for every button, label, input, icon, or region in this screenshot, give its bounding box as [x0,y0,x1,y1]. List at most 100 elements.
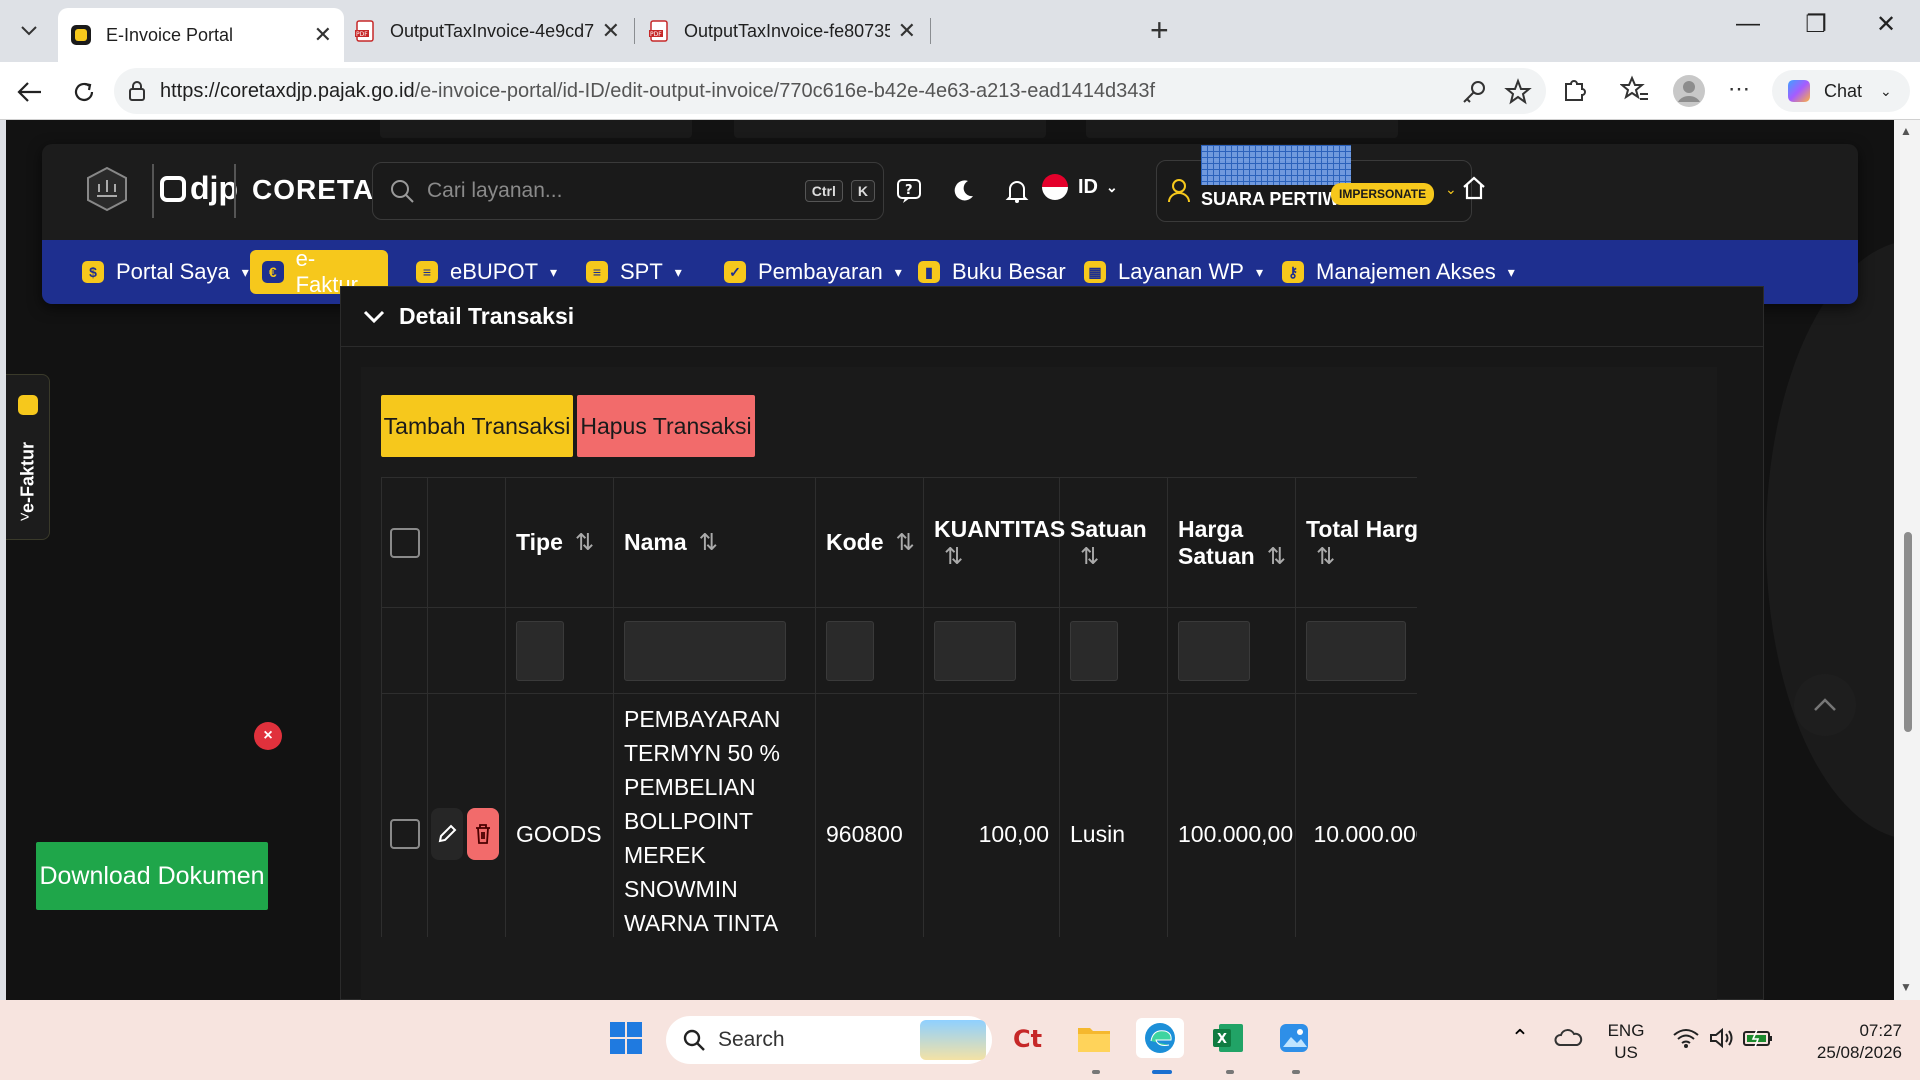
chevron-down-icon[interactable]: ⌄ [1880,83,1892,100]
section-title: Detail Transaksi [399,303,575,329]
tambah-transaksi-button[interactable]: Tambah Transaksi [381,395,573,457]
filter-total-harga-input[interactable] [1306,620,1406,681]
download-dokumen-button[interactable]: Download Dokumen [36,842,268,910]
filter-satuan-input[interactable] [1070,620,1118,681]
svg-text:Ct: Ct [1013,1025,1042,1053]
tab-output-tax-invoice-2[interactable]: PDF OutputTaxInvoice-fe807354-ff9d-4 ✕ [636,8,928,54]
key-icon[interactable] [1460,78,1488,106]
column-header-satuan[interactable]: Satuan ⇅ [1059,477,1168,608]
filter-harga-satuan-input[interactable] [1178,620,1250,681]
column-header-tipe[interactable]: Tipe ⇅ [505,477,614,608]
header-top: djp CORETAX Cari layanan... Ctrl K ? ID [42,144,1858,238]
tab-e-invoice-portal[interactable]: E-Invoice Portal ✕ [58,8,344,62]
page-scrollbar[interactable]: ▲ ▼ [1894,120,1920,1000]
chevron-down-icon: ▾ [894,263,902,280]
scrollbar-thumb[interactable] [1904,532,1912,732]
tab-close-icon[interactable]: ✕ [898,18,916,44]
star-bookmark-icon[interactable] [1504,78,1532,106]
sort-icon[interactable]: ⇅ [1080,543,1099,570]
form-field-remnant [380,120,692,138]
edge-browser-icon[interactable] [1136,1018,1184,1058]
favorites-icon[interactable] [1620,74,1650,104]
close-window-icon[interactable]: ✕ [1856,10,1916,39]
battery-charging-icon[interactable] [1738,1018,1778,1058]
reload-icon[interactable] [66,74,102,110]
tab-list-chevron-icon[interactable] [8,12,50,50]
column-header-total-harga[interactable]: Total Harga⇅ [1295,477,1417,608]
help-chat-icon[interactable]: ? [892,174,926,208]
tab-close-icon[interactable]: ✕ [602,18,620,44]
tab-output-tax-invoice-1[interactable]: PDF OutputTaxInvoice-4e9cd7e3-1bf3- ✕ [342,8,632,54]
table-row[interactable]: GOODS PEMBAYARAN TERMYN 50 % PEMBELIAN B… [381,693,1417,937]
browser-tab-bar: E-Invoice Portal ✕ PDF OutputTaxInvoice-… [0,0,1920,62]
onedrive-cloud-icon[interactable] [1548,1018,1588,1058]
home-icon[interactable] [1460,174,1488,202]
column-header-harga-satuan[interactable]: Harga Satuan ⇅ [1167,477,1296,608]
user-account-menu[interactable]: SUARA PERTIWI IMPERSONATE ⌄ [1156,145,1472,222]
photos-app-icon[interactable] [1274,1018,1314,1058]
more-options-icon[interactable]: ⋯ [1728,76,1750,102]
filter-cell [1295,607,1417,694]
svg-text:PDF: PDF [650,31,662,38]
running-indicator [1292,1070,1300,1074]
show-hidden-icons-chevron-icon[interactable]: ⌃ [1500,1018,1540,1058]
tab-close-icon[interactable]: ✕ [314,22,332,48]
file-explorer-icon[interactable] [1074,1018,1114,1058]
row-checkbox[interactable] [389,819,420,849]
page-viewport: djp CORETAX Cari layanan... Ctrl K ? ID [6,120,1894,1000]
sort-icon[interactable]: ⇅ [944,543,963,570]
profile-avatar-icon[interactable] [1672,74,1706,108]
column-header-kode[interactable]: Kode ⇅ [815,477,924,608]
wifi-icon[interactable] [1666,1018,1706,1058]
hapus-transaksi-button[interactable]: Hapus Transaksi [577,395,755,457]
language-selector[interactable]: ID ⌄ [1042,174,1118,200]
logo-divider [234,164,236,218]
volume-speaker-icon[interactable] [1702,1018,1742,1058]
coretax-app-icon[interactable]: Ct [1008,1018,1048,1058]
cell-total-harga: 10.000.000, [1295,693,1417,937]
extensions-puzzle-icon[interactable] [1560,74,1590,104]
sort-icon[interactable]: ⇅ [699,529,718,556]
filter-tipe-input[interactable] [516,620,564,681]
input-language-indicator[interactable]: ENG US [1596,1020,1656,1064]
column-header-nama[interactable]: Nama ⇅ [613,477,816,608]
e-faktur-side-tab[interactable]: e-Faktur > [6,374,50,540]
taskbar-search-box[interactable]: Search [666,1016,992,1064]
column-header-kuantitas[interactable]: KUANTITAS ⇅ [923,477,1065,608]
new-tab-plus-icon[interactable]: + [1150,12,1169,49]
select-all-checkbox[interactable] [389,527,420,558]
back-arrow-icon[interactable] [12,74,48,110]
service-search-input[interactable]: Cari layanan... Ctrl K [372,162,884,220]
delete-trash-icon[interactable] [466,808,499,860]
restore-icon[interactable]: ❐ [1786,10,1846,39]
download-close-icon[interactable]: × [254,722,282,750]
sort-icon[interactable]: ⇅ [1316,543,1335,570]
dark-mode-moon-icon[interactable] [946,174,980,208]
excel-icon[interactable]: X [1208,1018,1248,1058]
scroll-up-arrow-icon[interactable]: ▲ [1900,124,1912,138]
detail-transaksi-header[interactable]: Detail Transaksi [341,287,1763,347]
windows-start-icon[interactable] [606,1018,646,1058]
filter-kode-input[interactable] [826,620,874,681]
minimize-icon[interactable]: — [1718,10,1778,38]
clock[interactable]: 07:27 25/08/2026 [1786,1020,1902,1064]
copilot-icon [1788,80,1810,102]
search-icon [391,180,414,203]
notification-bell-icon[interactable] [1000,174,1034,208]
running-indicator [1092,1070,1100,1074]
filter-kuantitas-input[interactable] [934,620,1016,681]
sort-icon[interactable]: ⇅ [1267,543,1286,570]
redacted-pattern [1201,145,1351,185]
address-toolbar: https://coretaxdjp.pajak.go.id/e-invoice… [0,62,1920,120]
scroll-to-top-button[interactable] [1794,674,1856,736]
sort-icon[interactable]: ⇅ [575,529,594,556]
edit-pencil-icon[interactable] [430,808,463,860]
scroll-down-arrow-icon[interactable]: ▼ [1900,980,1912,994]
chevron-down-icon: ▾ [1507,263,1515,280]
url-bar[interactable]: https://coretaxdjp.pajak.go.id/e-invoice… [114,68,1546,114]
sort-icon[interactable]: ⇅ [896,529,915,556]
filter-nama-input[interactable] [624,620,786,681]
copilot-chat-button[interactable]: Chat ⌄ [1772,70,1910,112]
svg-text:PDF: PDF [356,31,368,38]
menu-portal-saya[interactable]: $ Portal Saya ▾ [70,250,261,294]
